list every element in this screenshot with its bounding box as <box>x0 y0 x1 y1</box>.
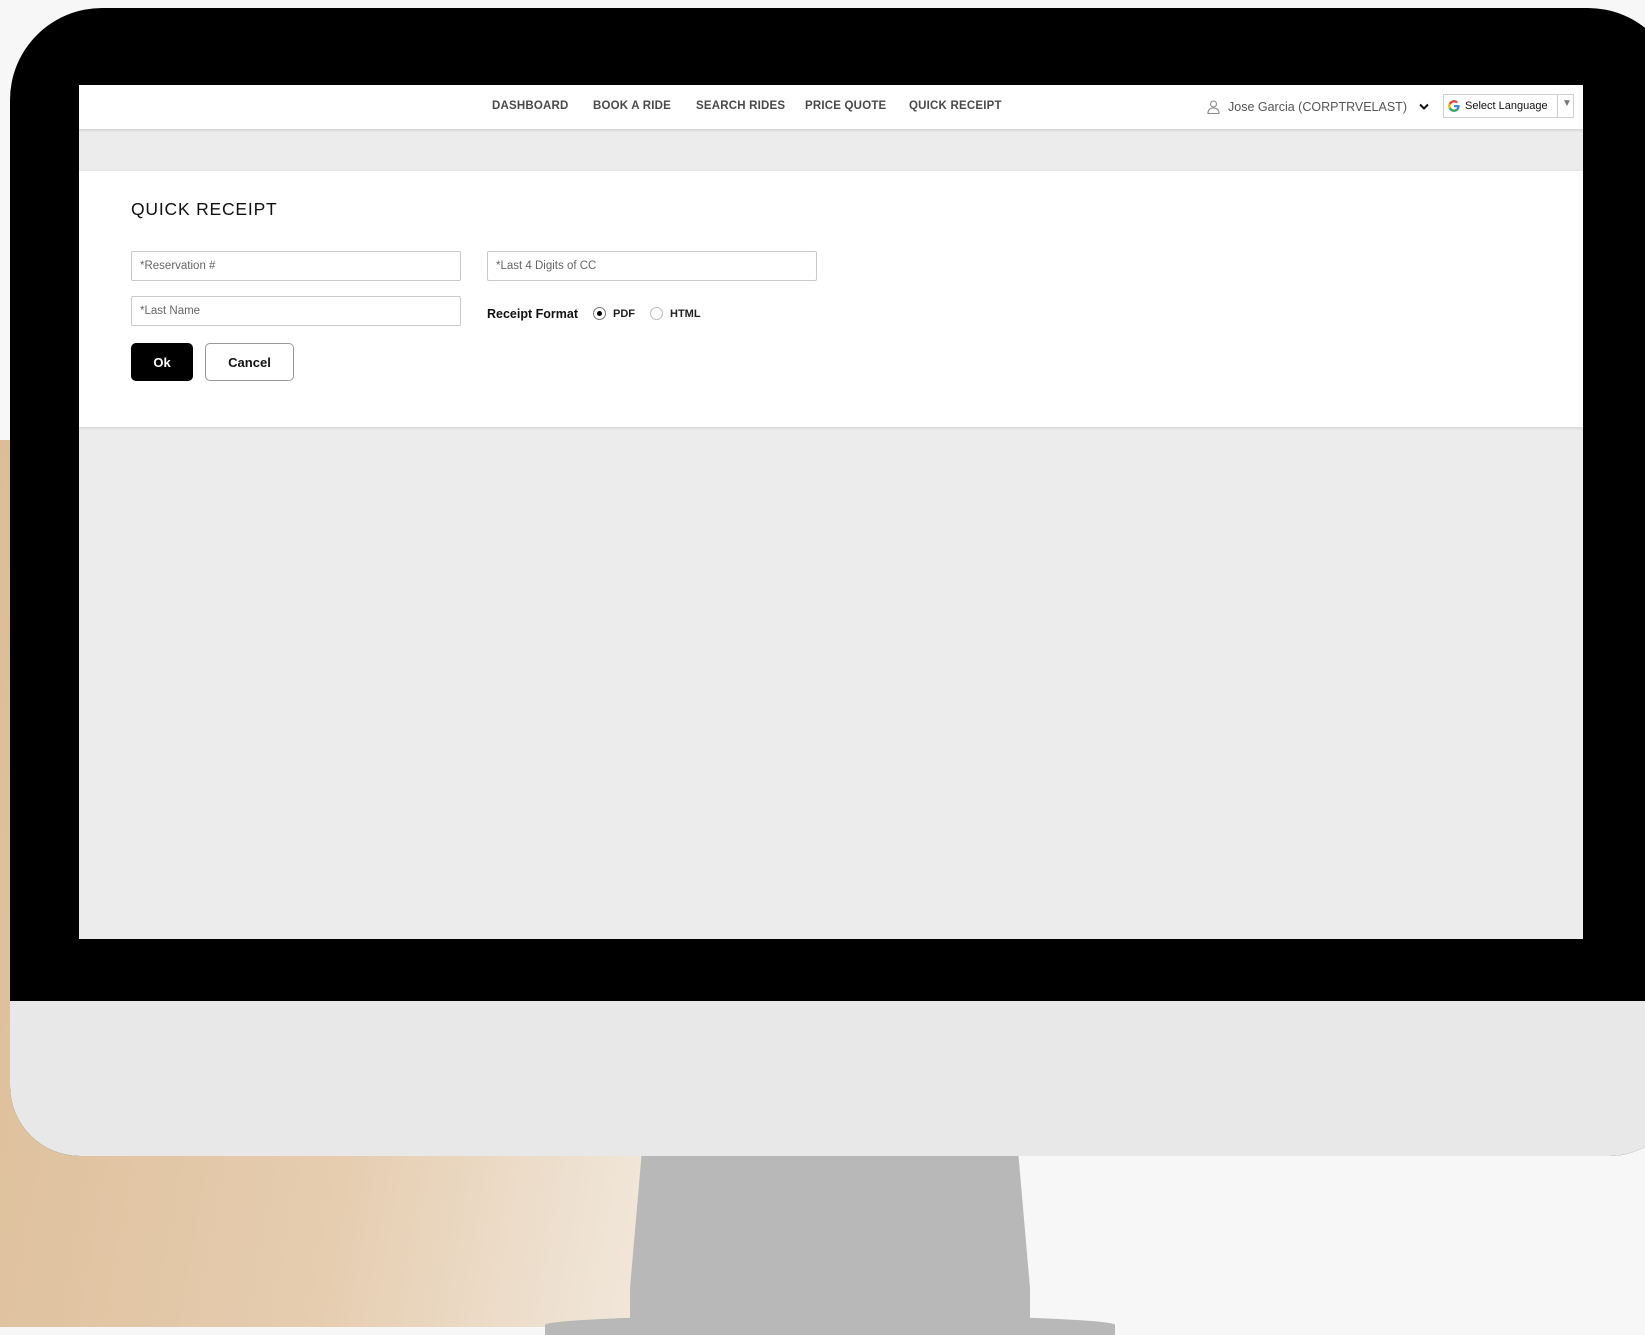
language-label: Select Language <box>1465 100 1548 112</box>
radio-pdf-label[interactable]: PDF <box>613 308 635 320</box>
monitor-stand-foot <box>545 1315 1115 1335</box>
language-divider <box>1557 95 1558 117</box>
nav-dashboard[interactable]: DASHBOARD <box>492 100 569 112</box>
radio-html-label[interactable]: HTML <box>670 308 701 320</box>
top-navbar: DASHBOARD BOOK A RIDE SEARCH RIDES PRICE… <box>79 85 1583 130</box>
nav-book-a-ride[interactable]: BOOK A RIDE <box>593 100 671 112</box>
ok-button[interactable]: Ok <box>131 343 193 381</box>
chevron-down-icon <box>1419 103 1429 110</box>
last-name-input[interactable] <box>131 296 461 326</box>
user-menu[interactable]: Jose Garcia (CORPTRVELAST) <box>1207 97 1429 117</box>
app-screen: DASHBOARD BOOK A RIDE SEARCH RIDES PRICE… <box>79 85 1583 939</box>
user-name: Jose Garcia (CORPTRVELAST) <box>1228 100 1407 114</box>
radio-pdf[interactable] <box>593 307 606 320</box>
google-icon <box>1448 100 1460 112</box>
radio-html[interactable] <box>650 307 663 320</box>
nav-price-quote[interactable]: PRICE QUOTE <box>805 100 886 112</box>
page-title: QUICK RECEIPT <box>131 199 278 219</box>
language-selector[interactable]: Select Language ▼ <box>1443 94 1574 118</box>
nav-quick-receipt[interactable]: QUICK RECEIPT <box>909 100 1002 112</box>
nav-search-rides[interactable]: SEARCH RIDES <box>696 100 785 112</box>
monitor-stand <box>630 1150 1030 1327</box>
cancel-button[interactable]: Cancel <box>205 343 294 381</box>
quick-receipt-card: QUICK RECEIPT Receipt Format PDF HTML Ok… <box>79 171 1583 427</box>
cc-last4-input[interactable] <box>487 251 817 281</box>
user-icon <box>1207 100 1220 114</box>
reservation-number-input[interactable] <box>131 251 461 281</box>
monitor-frame: DASHBOARD BOOK A RIDE SEARCH RIDES PRICE… <box>10 8 1645 1156</box>
receipt-format-label: Receipt Format <box>487 307 578 321</box>
monitor-chin <box>10 1001 1645 1156</box>
dropdown-arrow-icon: ▼ <box>1562 98 1572 109</box>
